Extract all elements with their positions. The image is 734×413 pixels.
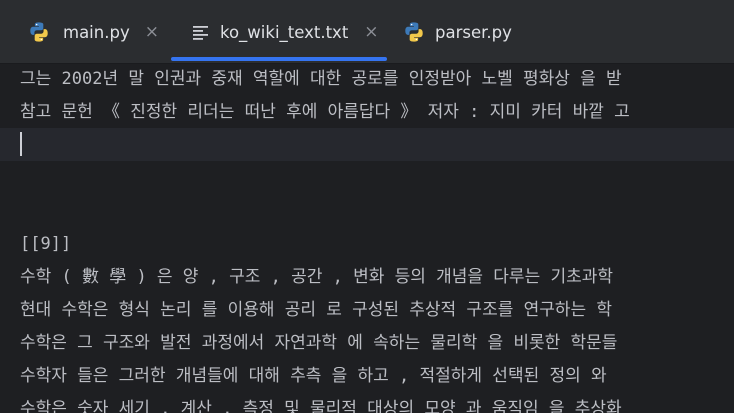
tab-main-py[interactable]: main.py × — [28, 0, 159, 64]
editor-line: 수학은 그 구조와 발전 과정에서 자연과학 에 속하는 물리학 을 비롯한 학… — [20, 333, 618, 353]
active-tab-indicator — [171, 57, 387, 61]
tab-label: main.py — [63, 22, 130, 42]
python-icon — [405, 22, 423, 42]
editor-line: 수학 ( 數 學 ) 은 양 , 구조 , 공간 , 변화 등의 개념을 다루는… — [20, 267, 614, 287]
close-icon[interactable]: × — [145, 23, 159, 41]
text-file-icon — [193, 26, 208, 40]
python-icon — [30, 22, 48, 42]
tab-label: parser.py — [435, 22, 512, 42]
tab-label: ko_wiki_text.txt — [220, 22, 349, 42]
tab-parser-py[interactable]: parser.py — [403, 0, 512, 64]
current-line-highlight — [0, 128, 734, 161]
editor-line: 참고 문헌 《 진정한 리더는 떠난 후에 아름답다 》 저자 : 지미 카터 … — [20, 102, 630, 122]
text-caret — [20, 132, 22, 156]
editor-line: 수학은 숫자 세기 , 계산 , 측정 및 물리적 대상의 모양 과 움직임 을… — [20, 399, 622, 413]
editor-line: [[9]] — [20, 234, 72, 254]
editor-line: 그는 2002년 말 인권과 중재 역할에 대한 공로를 인정받아 노벨 평화상… — [20, 69, 622, 89]
editor-line: 현대 수학은 형식 논리 를 이용해 공리 로 구성된 추상적 구조를 연구하는… — [20, 300, 613, 320]
tab-ko-wiki-text-txt[interactable]: ko_wiki_text.txt × — [192, 0, 379, 64]
close-icon[interactable]: × — [364, 23, 378, 41]
ide-window: main.py × ko_wiki_text.txt × parser.py 그… — [0, 0, 734, 413]
editor-line: 수학자 들은 그러한 개념들에 대해 추측 을 하고 , 적절하게 선택된 정의… — [20, 366, 617, 386]
editor-tab-bar: main.py × ko_wiki_text.txt × parser.py — [0, 0, 734, 64]
text-editor[interactable]: 그는 2002년 말 인권과 중재 역할에 대한 공로를 인정받아 노벨 평화상… — [0, 64, 734, 413]
